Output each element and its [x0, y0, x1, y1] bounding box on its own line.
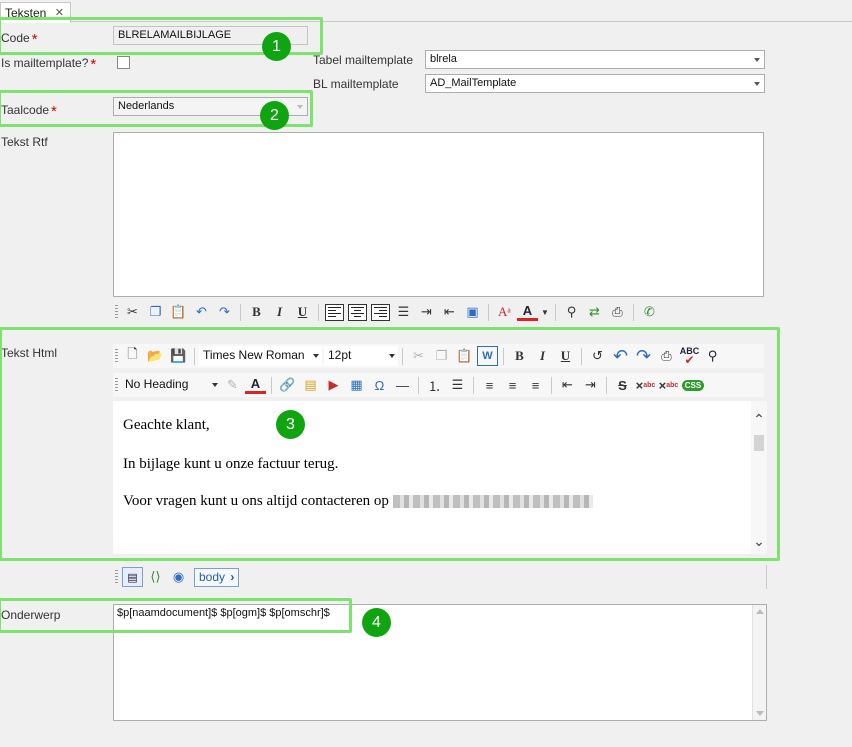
copy-icon[interactable]: ❐ [145, 302, 166, 322]
font-color-icon[interactable]: A [517, 303, 538, 321]
is-mailtemplate-label-text: Is mailtemplate? [1, 56, 89, 70]
tekst-rtf-editor[interactable] [113, 132, 764, 297]
step-badge-1: 1 [262, 32, 291, 61]
highlight-box-4 [0, 598, 352, 633]
align-center-icon[interactable] [348, 303, 367, 321]
phone-icon[interactable]: ✆ [639, 302, 660, 322]
tabel-mailtemplate-select[interactable]: blrela [425, 50, 765, 69]
image-icon[interactable]: ▣ [462, 302, 483, 322]
scroll-up-icon[interactable] [756, 609, 764, 614]
redo-icon[interactable]: ↷ [214, 302, 235, 322]
indent-icon[interactable]: ⇥ [416, 302, 437, 322]
source-view-icon[interactable]: ⟨⟩ [145, 567, 166, 587]
bold-icon[interactable]: B [246, 302, 267, 322]
underline-icon[interactable]: U [292, 302, 313, 322]
cut-icon[interactable]: ✂ [122, 302, 143, 322]
preview-icon[interactable]: ◉ [168, 567, 189, 587]
toolbar-grip[interactable] [115, 305, 118, 319]
outdent-icon[interactable]: ⇤ [439, 302, 460, 322]
toolbar-separator [488, 303, 489, 321]
align-right-icon[interactable] [371, 303, 390, 321]
step-badge-2: 2 [260, 101, 289, 130]
onderwerp-scrollbar[interactable] [752, 605, 766, 720]
find-icon[interactable]: ⚲ [561, 302, 582, 322]
undo-icon[interactable]: ↶ [191, 302, 212, 322]
bl-mailtemplate-select[interactable]: AD_MailTemplate [425, 74, 765, 93]
required-marker: * [90, 56, 97, 73]
align-left-icon[interactable] [325, 303, 344, 321]
toolbar-separator [318, 303, 319, 321]
toolbar-grip[interactable] [115, 570, 118, 584]
chevron-down-icon[interactable]: ▼ [540, 302, 550, 322]
step-badge-4: 4 [362, 608, 391, 637]
tag-label: body [199, 569, 226, 584]
tabel-mailtemplate-label: Tabel mailtemplate [313, 53, 414, 67]
replace-icon[interactable]: ⇄ [584, 302, 605, 322]
tabel-mailtemplate-value: blrela [430, 53, 457, 65]
paste-icon[interactable]: 📋 [168, 302, 189, 322]
tag-selector-body[interactable]: body › [194, 567, 240, 587]
design-view-icon[interactable]: ▤ [122, 567, 143, 587]
chevron-down-icon [754, 82, 760, 86]
chevron-down-icon [754, 58, 760, 62]
rtf-toolbar: ✂ ❐ 📋 ↶ ↷ B I U ☰ ⇥ ⇤ ▣ Aᵃ A ▼ ⚲ ⇄ ⎙ ✆ [113, 300, 764, 324]
italic-icon[interactable]: I [269, 302, 290, 322]
bullet-list-icon[interactable]: ☰ [393, 302, 414, 322]
html-view-toolbar: ▤ ⟨⟩ ◉ body › [113, 565, 767, 589]
bl-mailtemplate-value: AD_MailTemplate [430, 77, 517, 89]
chevron-right-icon: › [230, 569, 235, 584]
scroll-down-icon[interactable] [756, 711, 764, 716]
print-icon[interactable]: ⎙ [607, 302, 628, 322]
toolbar-separator [555, 303, 556, 321]
tekst-rtf-label: Tekst Rtf [1, 135, 48, 149]
step-badge-3: 3 [276, 410, 305, 439]
is-mailtemplate-label: Is mailtemplate? * [1, 54, 97, 73]
toolbar-separator [240, 303, 241, 321]
toolbar-separator [633, 303, 634, 321]
is-mailtemplate-checkbox[interactable] [117, 56, 130, 69]
bl-mailtemplate-label: BL mailtemplate [313, 77, 399, 91]
highlight-box-3 [0, 327, 780, 561]
font-size-icon[interactable]: Aᵃ [494, 302, 515, 322]
